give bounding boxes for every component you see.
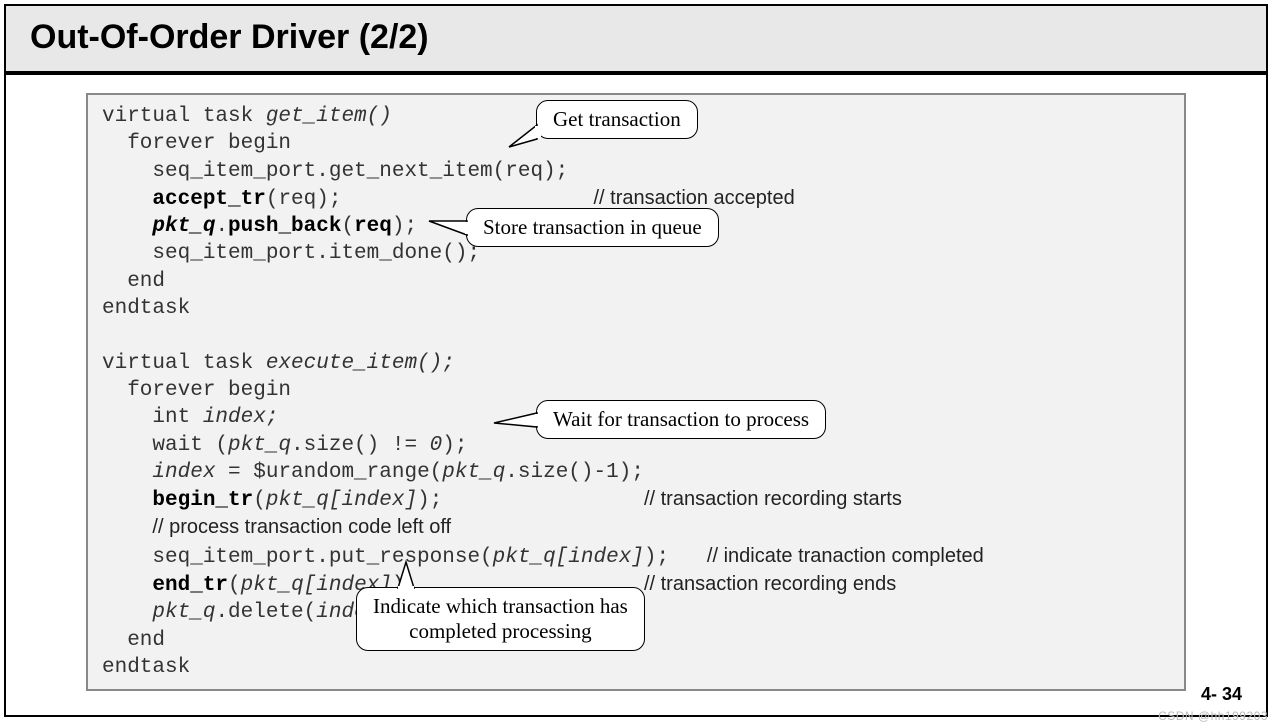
code-text: forever begin (102, 379, 291, 402)
code-text: int (102, 406, 203, 429)
code-text: 0 (430, 434, 443, 457)
callout-text: Indicate which transaction has (373, 594, 628, 618)
code-text: seq_item_port.get_next_item(req); (102, 160, 568, 183)
code-text: pkt_q[index] (493, 546, 644, 569)
code-text: pkt_q (152, 215, 215, 238)
callout-text: Wait for transaction to process (553, 407, 809, 431)
code-text: .size() != (291, 434, 430, 457)
code-text: ); (392, 215, 417, 238)
code-text: begin_tr (152, 489, 253, 512)
callout-tail-icon (507, 121, 547, 151)
content-area: virtual task get_item() forever begin se… (6, 75, 1266, 701)
code-text: ( (253, 489, 266, 512)
code-text (102, 574, 152, 597)
code-text: .delete( (215, 601, 316, 624)
code-text: push_back (228, 215, 341, 238)
code-text: virtual task (102, 105, 266, 128)
page-number: 4- 34 (1201, 684, 1242, 705)
code-text: execute_item(); (266, 352, 455, 375)
code-comment: // transaction recording ends (644, 573, 896, 595)
code-text: end (102, 270, 165, 293)
code-text: ( (341, 215, 354, 238)
callout-tail-icon (492, 409, 544, 433)
code-text: get_item() (266, 105, 392, 128)
code-text: pkt_q (228, 434, 291, 457)
callout-store-queue: Store transaction in queue (466, 208, 719, 247)
code-text: end (102, 629, 165, 652)
code-text: index; (203, 406, 279, 429)
callout-text: Get transaction (553, 107, 681, 131)
code-text: req (354, 215, 392, 238)
title-bar: Out-Of-Order Driver (2/2) (6, 6, 1266, 75)
slide-title: Out-Of-Order Driver (2/2) (30, 18, 1242, 57)
code-text: ( (228, 574, 241, 597)
code-text: forever begin (102, 132, 291, 155)
code-text: pkt_q (152, 601, 215, 624)
code-text: index (152, 461, 215, 484)
code-text: endtask (102, 297, 190, 320)
code-text: ); (644, 546, 707, 569)
code-text: accept_tr (152, 188, 265, 211)
code-text: ); (442, 434, 467, 457)
code-text: wait ( (102, 434, 228, 457)
callout-tail-icon (392, 560, 432, 592)
code-text (102, 188, 152, 211)
callout-wait-process: Wait for transaction to process (536, 400, 826, 439)
callout-indicate-complete: Indicate which transaction has completed… (356, 587, 645, 651)
callout-tail-icon (427, 215, 475, 243)
code-text: .size()-1); (505, 461, 644, 484)
callout-text: Store transaction in queue (483, 215, 702, 239)
code-text (102, 215, 152, 238)
code-text (102, 489, 152, 512)
code-text: end_tr (152, 574, 228, 597)
callout-text: completed processing (409, 619, 592, 643)
code-text: endtask (102, 656, 190, 679)
code-text (102, 601, 152, 624)
code-comment: // transaction recording starts (644, 488, 902, 510)
code-comment: // transaction accepted (594, 187, 795, 209)
callout-get-transaction: Get transaction (536, 100, 698, 139)
code-text: ); (417, 489, 644, 512)
code-text: pkt_q (442, 461, 505, 484)
code-text: = $urandom_range( (215, 461, 442, 484)
code-text: seq_item_port.put_response( (102, 546, 493, 569)
code-text: virtual task (102, 352, 266, 375)
code-text (102, 461, 152, 484)
code-comment: // process transaction code left off (152, 516, 451, 538)
slide: Out-Of-Order Driver (2/2) virtual task g… (4, 4, 1268, 717)
code-text: seq_item_port.item_done(); (102, 242, 480, 265)
code-text: . (215, 215, 228, 238)
code-comment: // indicate tranaction completed (707, 545, 984, 567)
code-text: pkt_q[index] (266, 489, 417, 512)
code-text (102, 517, 152, 540)
